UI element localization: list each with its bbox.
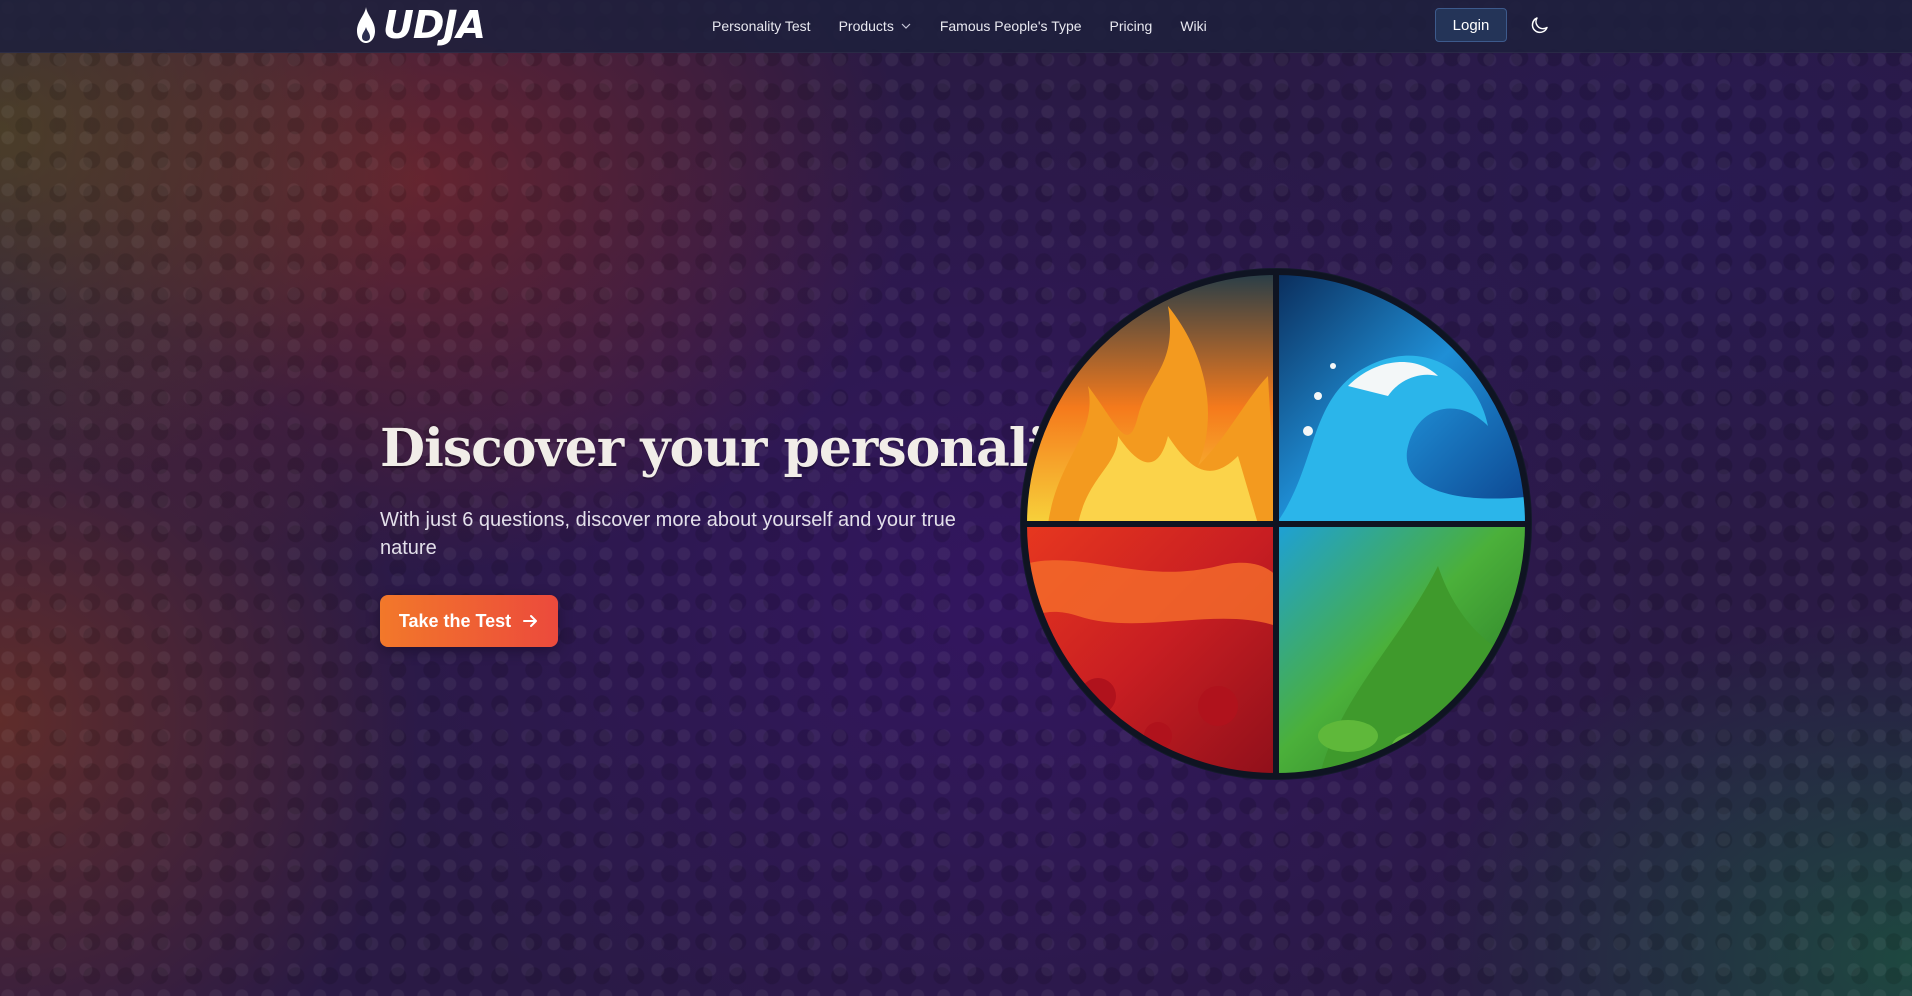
nav-item-personality-test[interactable]: Personality Test: [712, 18, 811, 34]
take-test-button[interactable]: Take the Test: [380, 595, 558, 647]
brand-name: UDJA: [383, 3, 486, 47]
four-elements-illustration: [1020, 268, 1532, 780]
flame-logo-icon: [357, 7, 375, 43]
nav-item-wiki[interactable]: Wiki: [1180, 18, 1206, 34]
nav-item-pricing[interactable]: Pricing: [1110, 18, 1153, 34]
background-texture: [0, 0, 1912, 996]
primary-nav: Personality Test Products Famous People'…: [712, 0, 1207, 52]
top-navbar: UDJA Personality Test Products Famous Pe…: [0, 0, 1912, 53]
arrow-right-icon: [523, 615, 538, 627]
brand-logo[interactable]: UDJA: [353, 3, 486, 47]
hero-subtitle: With just 6 questions, discover more abo…: [380, 509, 956, 559]
hero-title: Discover your personality: [380, 418, 1100, 479]
nav-item-products-label: Products: [838, 18, 894, 34]
nav-item-products[interactable]: Products: [839, 18, 912, 34]
moon-icon[interactable]: [1530, 15, 1550, 35]
login-button[interactable]: Login: [1435, 8, 1507, 42]
chevron-down-icon: [901, 23, 911, 29]
take-test-label: Take the Test: [398, 610, 512, 631]
nav-item-famous-peoples-type[interactable]: Famous People's Type: [940, 18, 1082, 34]
